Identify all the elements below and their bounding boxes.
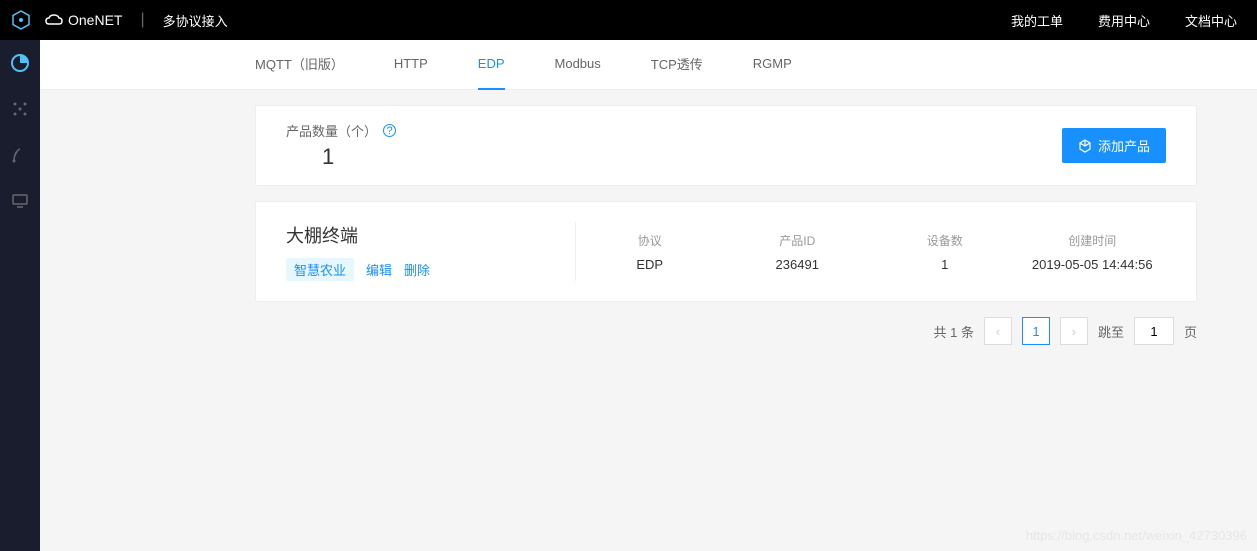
brand-logo[interactable]: OneNET: [44, 12, 122, 28]
page-title: 多协议接入: [163, 11, 228, 30]
help-icon[interactable]: ?: [383, 124, 396, 137]
prev-page-button[interactable]: ‹: [984, 317, 1012, 345]
watermark: https://blog.csdn.net/weixin_42730396: [1026, 528, 1247, 543]
product-card: 大棚终端 智慧农业 编辑 删除 协议 EDP 产品ID 236491: [255, 201, 1197, 302]
meta-created: 创建时间 2019-05-05 14:44:56: [1019, 232, 1167, 272]
sidebar-dashboard-icon[interactable]: [9, 52, 31, 74]
total-count: 共 1 条: [934, 322, 974, 341]
stats-card: 产品数量（个） ? 1 添加产品: [255, 105, 1197, 186]
delete-link[interactable]: 删除: [404, 260, 430, 279]
product-name[interactable]: 大棚终端: [286, 222, 555, 248]
stats-label: 产品数量（个）: [286, 121, 377, 140]
tab-modbus[interactable]: Modbus: [555, 40, 601, 90]
meta-value: 1: [871, 257, 1019, 272]
meta-label: 协议: [576, 232, 724, 249]
divider: |: [140, 11, 144, 29]
tab-edp[interactable]: EDP: [478, 40, 505, 90]
nav-docs[interactable]: 文档中心: [1185, 11, 1237, 30]
sidebar-signal-icon[interactable]: [9, 144, 31, 166]
jump-label: 跳至: [1098, 322, 1124, 341]
page-number[interactable]: 1: [1022, 317, 1050, 345]
meta-label: 产品ID: [724, 232, 872, 249]
pagination: 共 1 条 ‹ 1 › 跳至 页: [255, 302, 1197, 360]
stats-value: 1: [286, 144, 396, 170]
main-content: MQTT（旧版） HTTP EDP Modbus TCP透传 RGMP 产品数量…: [40, 40, 1257, 551]
meta-label: 创建时间: [1019, 232, 1167, 249]
meta-protocol: 协议 EDP: [576, 232, 724, 272]
edit-link[interactable]: 编辑: [366, 260, 392, 279]
next-page-button[interactable]: ›: [1060, 317, 1088, 345]
sidebar-monitor-icon[interactable]: [9, 190, 31, 212]
add-product-button[interactable]: 添加产品: [1062, 128, 1166, 163]
meta-value: EDP: [576, 257, 724, 272]
sidebar: [0, 40, 40, 551]
tab-rgmp[interactable]: RGMP: [753, 40, 792, 90]
sidebar-nodes-icon[interactable]: [9, 98, 31, 120]
meta-value: 2019-05-05 14:44:56: [1019, 257, 1167, 272]
meta-label: 设备数: [871, 232, 1019, 249]
tab-http[interactable]: HTTP: [394, 40, 428, 90]
topbar-left: OneNET | 多协议接入: [10, 9, 228, 31]
protocol-tabs: MQTT（旧版） HTTP EDP Modbus TCP透传 RGMP: [40, 40, 1257, 90]
brand-text: OneNET: [68, 12, 122, 28]
jump-input[interactable]: [1134, 317, 1174, 345]
nav-billing[interactable]: 费用中心: [1098, 11, 1150, 30]
cube-icon: [1078, 139, 1092, 153]
meta-productid: 产品ID 236491: [724, 232, 872, 272]
logo-hex-icon[interactable]: [10, 9, 32, 31]
tab-mqtt[interactable]: MQTT（旧版）: [255, 40, 344, 90]
add-product-label: 添加产品: [1098, 136, 1150, 155]
topbar-right: 我的工单 费用中心 文档中心: [1011, 11, 1237, 30]
product-tag: 智慧农业: [286, 258, 354, 281]
meta-value: 236491: [724, 257, 872, 272]
tab-tcp[interactable]: TCP透传: [651, 40, 703, 90]
topbar: OneNET | 多协议接入 我的工单 费用中心 文档中心: [0, 0, 1257, 40]
nav-workorder[interactable]: 我的工单: [1011, 11, 1063, 30]
page-suffix: 页: [1184, 322, 1197, 341]
meta-devices: 设备数 1: [871, 232, 1019, 272]
